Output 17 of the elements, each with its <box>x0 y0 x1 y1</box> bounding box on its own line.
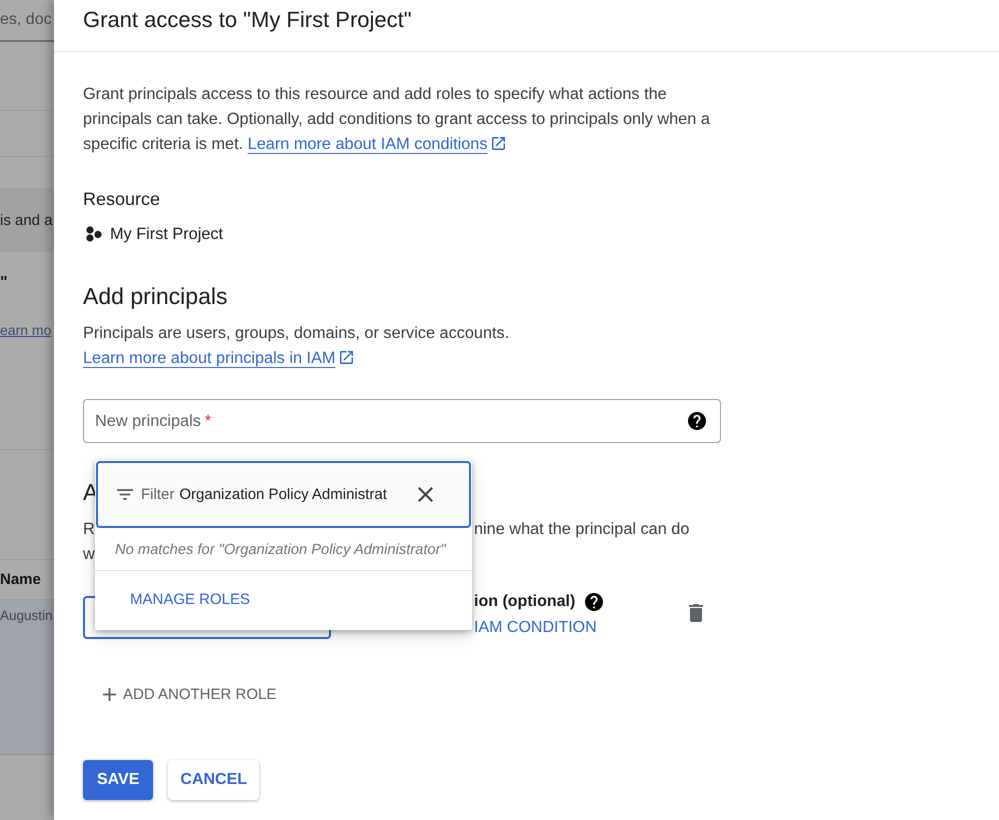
table-cell: Augustin <box>0 600 54 755</box>
add-principals-heading: Add principals <box>83 282 228 311</box>
no-matches-message: No matches for "Organization Policy Administrator" <box>114 541 448 560</box>
field-label: New principals <box>95 412 201 430</box>
roles-description-text: nine what the principal can do <box>474 519 690 540</box>
required-asterisk: * <box>204 412 212 430</box>
intro-text: Grant principals access to this resource and add roles to specify what actions the principals can take. Optionally, add conditions to grant access to principals only when a specific criteria is met. Learn more about IAM conditions <box>83 84 711 155</box>
resource-heading: Resource <box>83 188 162 211</box>
principals-description: Principals are users, groups, domains, or service accounts. Learn more about principals in IAM <box>83 323 510 369</box>
page-heading-text: " <box>0 273 9 293</box>
condition-label: ion (optional) <box>474 592 576 612</box>
filter-label: Filter <box>141 486 174 503</box>
roles-description-text: w <box>83 544 95 565</box>
resource-name: My First Project <box>110 224 224 244</box>
panel-title: Grant access to "My First Project" <box>83 6 413 34</box>
roles-description-text: R <box>83 519 95 540</box>
info-banner: is and a <box>0 188 54 252</box>
